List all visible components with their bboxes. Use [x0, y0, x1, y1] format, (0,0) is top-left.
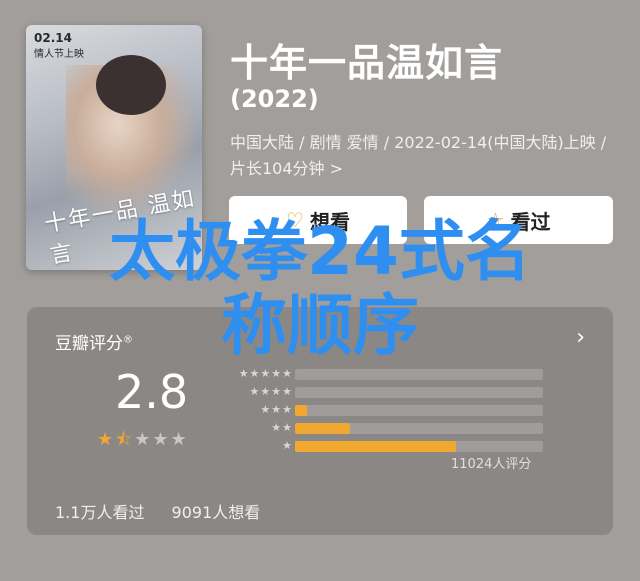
row-stars-icon: ★★★★ — [249, 385, 293, 398]
star-empty-icon: ★ — [152, 429, 171, 450]
rating-bar — [295, 387, 543, 398]
star-empty-icon: ★ — [170, 429, 189, 450]
rating-bar — [295, 441, 543, 452]
rating-footer: 1.1万人看过 9091人想看 — [55, 499, 282, 523]
movie-meta[interactable]: 中国大陆 / 剧情 爱情 / 2022-02-14(中国大陆)上映 / 片长10… — [230, 130, 610, 182]
star-filled-icon: ★ — [97, 429, 116, 450]
rating-bar — [295, 369, 543, 380]
rating-bar — [295, 423, 543, 434]
movie-title: 十年一品温如言 — [230, 41, 504, 85]
star-empty-icon: ★ — [134, 429, 153, 450]
rating-bar-fill — [295, 423, 350, 434]
star-half-icon: ⯪ — [115, 429, 135, 450]
rating-stars: ★⯪★★★ — [97, 427, 189, 457]
movie-year: (2022) — [230, 85, 319, 113]
poster-date: 02.14 — [34, 31, 72, 45]
poster-tag: 情人节上映 — [34, 49, 84, 60]
rating-score: 2.8 — [115, 365, 189, 419]
poster-figure — [96, 55, 166, 115]
rating-bar-fill — [295, 405, 308, 416]
rating-bar — [295, 405, 543, 416]
overlay-text: 太极拳24式名 称顺序 — [109, 213, 531, 364]
row-stars-icon: ★★★★★ — [238, 367, 293, 380]
row-stars-icon: ★ — [282, 439, 293, 452]
want-count: 9091人想看 — [171, 503, 261, 522]
row-stars-icon: ★★ — [271, 421, 293, 434]
rating-bar-fill — [295, 441, 457, 452]
seen-count: 1.1万人看过 — [55, 503, 145, 522]
row-stars-icon: ★★★ — [260, 403, 293, 416]
rating-count: 11024人评分 — [451, 457, 532, 472]
